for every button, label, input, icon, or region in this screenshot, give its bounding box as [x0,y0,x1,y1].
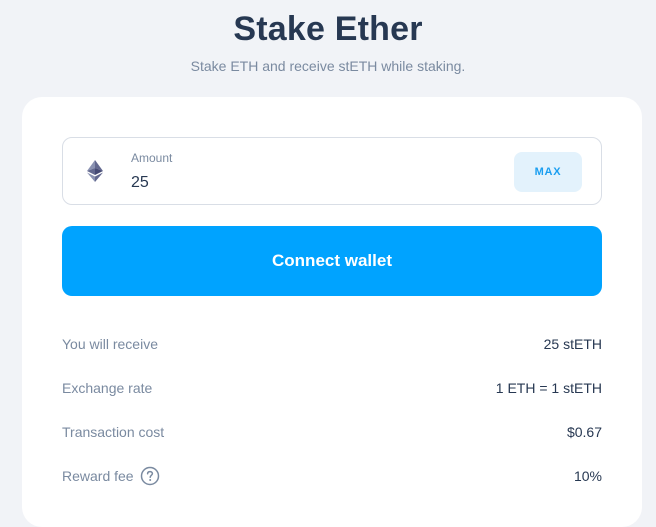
max-button[interactable]: MAX [514,152,582,192]
question-circle-icon[interactable] [140,466,160,486]
info-label: Transaction cost [62,424,165,440]
page-subtitle: Stake ETH and receive stETH while stakin… [190,58,466,74]
info-value: 25 stETH [543,336,602,352]
info-row-transaction-cost: Transaction cost $0.67 [62,410,602,454]
info-label: You will receive [62,336,158,352]
amount-label: Amount [131,151,173,165]
connect-wallet-button[interactable]: Connect wallet [62,226,602,296]
info-row-you-will-receive: You will receive 25 stETH [62,322,602,366]
stake-info-list: You will receive 25 stETH Exchange rate … [62,322,602,498]
amount-field[interactable]: Amount MAX [62,137,602,205]
info-row-reward-fee: Reward fee 10% [62,454,602,498]
info-label: Reward fee [62,468,134,484]
info-value: $0.67 [566,424,602,440]
amount-input[interactable] [131,172,431,194]
info-value: 1 ETH = 1 stETH [495,380,602,396]
stake-card: Amount MAX Connect wallet You will recei… [22,97,642,527]
page-title: Stake Ether [233,10,423,48]
info-label-wrapper: Reward fee [62,466,160,486]
info-label: Exchange rate [62,380,153,396]
info-row-exchange-rate: Exchange rate 1 ETH = 1 stETH [62,366,602,410]
ethereum-icon [87,160,103,182]
info-value: 10% [573,468,602,484]
